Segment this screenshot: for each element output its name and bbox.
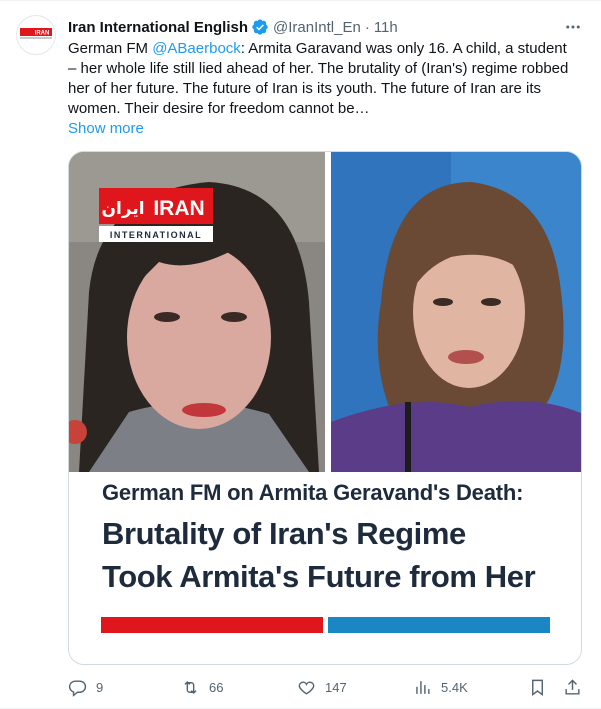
iran-international-logo-icon: IRAN [20, 28, 52, 39]
tweet-text-line: her of her future. The future of Iran is… [68, 80, 542, 97]
iran-international-logo-icon: ایران IRAN INTERNATIONAL [99, 188, 213, 242]
headline-card: German FM on Armita Geravand's Death: Br… [69, 472, 581, 664]
red-accent-bar [101, 617, 323, 633]
tweet-timestamp[interactable]: 11h [374, 19, 398, 36]
more-dots-icon [566, 25, 580, 29]
media-headline-line: Took Armita's Future from Her [102, 559, 536, 594]
logo-sub-text: INTERNATIONAL [110, 230, 202, 240]
logo-arabic-text: ایران [101, 199, 144, 219]
photo-girl: ایران IRAN INTERNATIONAL [69, 152, 325, 472]
tweet-text-line: German FM @ABaerbock: Armita Garavand wa… [68, 39, 584, 59]
blue-accent-bar [328, 617, 550, 633]
reply-icon [68, 679, 87, 697]
bookmark-button[interactable] [528, 676, 547, 698]
tweet-header: Iran International English @IranIntl_En … [68, 15, 585, 39]
like-button[interactable]: 147 [297, 676, 347, 698]
bookmark-icon [532, 679, 543, 696]
views-button[interactable]: 5.4K [413, 676, 468, 698]
media-headline: Brutality of Iran's Regime Took Armita's… [102, 512, 536, 598]
tweet-text: German FM @ABaerbock: Armita Garavand wa… [68, 39, 584, 119]
tweet[interactable]: IRAN Iran International English @IranInt… [0, 0, 601, 709]
like-count: 147 [325, 679, 347, 695]
reply-button[interactable]: 9 [68, 676, 103, 698]
tweet-text-fragment: German FM [68, 40, 153, 57]
tweet-text-line: women. Their desire for freedom cannot b… [68, 100, 370, 117]
verified-badge-icon [252, 19, 268, 35]
more-options-button[interactable] [561, 15, 585, 39]
heart-icon [298, 681, 315, 695]
tweet-text-fragment: : Armita Garavand was only 16. A child, … [240, 40, 567, 57]
photo-woman-illustration [331, 152, 581, 472]
show-more-link[interactable]: Show more [68, 119, 144, 139]
action-bar: 9 66 147 5.4K [68, 676, 584, 698]
tweet-media-image[interactable]: ایران IRAN INTERNATIONAL German FM on Ar… [68, 151, 582, 665]
author-handle[interactable]: @IranIntl_En [273, 19, 361, 36]
photo-woman [331, 152, 581, 472]
analytics-icon [416, 680, 430, 694]
media-headline-line: Brutality of Iran's Regime [102, 516, 466, 551]
tweet-text-line: – her whole life still lied ahead of her… [68, 60, 569, 77]
mention-link[interactable]: @ABaerbock [152, 40, 241, 57]
author-name[interactable]: Iran International English [68, 19, 248, 36]
separator-dot: · [364, 18, 370, 36]
share-icon [565, 678, 580, 695]
reply-count: 9 [96, 679, 104, 695]
view-count: 5.4K [441, 679, 468, 695]
repost-button[interactable]: 66 [181, 676, 223, 698]
repost-icon [184, 680, 197, 694]
logo-text: IRAN [153, 197, 204, 220]
avatar[interactable]: IRAN [16, 15, 56, 55]
media-subhead: German FM on Armita Geravand's Death: [102, 480, 524, 505]
repost-count: 66 [209, 679, 224, 695]
share-button[interactable] [563, 676, 582, 698]
avatar-logo-text: IRAN [35, 31, 50, 37]
